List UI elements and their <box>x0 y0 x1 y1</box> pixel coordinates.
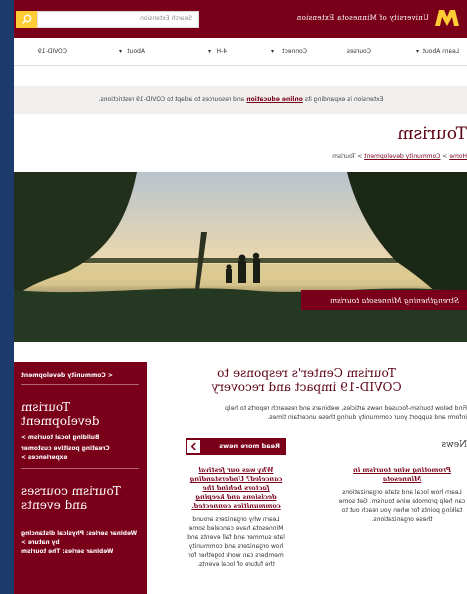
nav-4h-chevron: ▾ <box>207 48 211 55</box>
sidebar-item-physical-distancing[interactable]: Webinar series: Physical distancing by n… <box>21 530 139 548</box>
main-content: Tourism Center's response to COVID-19 im… <box>185 362 467 594</box>
sidebar-section-title: Tourism courses and events <box>21 484 121 512</box>
nav-4h[interactable]: 4-H <box>217 48 228 55</box>
hero-caption: Strengthening Minnesota tourism <box>301 290 467 310</box>
news-article-wine: Promoting wine tourism in Minnesota Lear… <box>337 466 467 524</box>
mirrored-viewport: University of Minnesota Extension Search… <box>0 0 467 594</box>
chevron-right-icon <box>186 439 201 454</box>
sidebar-back-link[interactable]: < Community development <box>21 372 139 379</box>
breadcrumb-sep: > <box>440 153 448 160</box>
main-nav: Learn About ▾ Courses Connect ▾ 4-H ▾ Ab… <box>14 38 467 66</box>
page-title: Tourism <box>397 124 467 144</box>
search-input[interactable]: Search Extension <box>37 11 199 28</box>
notice-suffix: and resources to adapt to COVID-19 restr… <box>98 96 247 103</box>
nav-covid[interactable]: COVID-19 <box>38 48 67 55</box>
breadcrumb-community-development[interactable]: Community development <box>364 153 440 160</box>
news-article-festival: Why was our festival canceled? Understan… <box>186 466 286 569</box>
read-more-news-button[interactable]: Read more news <box>186 438 286 455</box>
nav-learn-about-chevron: ▾ <box>415 48 419 55</box>
sidebar: < Community development Tourism developm… <box>14 362 147 594</box>
brand-name[interactable]: University of Minnesota Extension <box>296 14 429 22</box>
sidebar-section-title: Tourism development <box>21 400 100 428</box>
news-article-title[interactable]: Why was our festival canceled? Understan… <box>186 466 286 511</box>
sidebar-divider <box>21 468 139 469</box>
covid-notice: Extension is expanding its online educat… <box>14 86 467 114</box>
sidebar-item-tourism-webinar[interactable]: Webinar series: The tourism <box>21 548 139 557</box>
search-button[interactable] <box>16 11 37 28</box>
breadcrumb-sep: > <box>355 153 363 160</box>
news-article-title[interactable]: Promoting wine tourism in Minnesota <box>337 466 467 484</box>
nav-learn-about[interactable]: Learn About <box>423 48 459 55</box>
lake-sunset-photo <box>14 172 467 342</box>
sidebar-divider <box>21 384 139 385</box>
news-article-body: Learn why organizers around Minnesota ha… <box>187 516 285 568</box>
nav-connect-chevron: ▾ <box>270 48 274 55</box>
notice-text: Extension is expanding its online educat… <box>41 96 441 103</box>
site-header: University of Minnesota Extension Search… <box>14 0 467 38</box>
nav-about[interactable]: About <box>127 48 145 55</box>
sidebar-item-building-local-tourism[interactable]: Building local tourism > <box>21 434 139 443</box>
covid-section-title: Tourism Center's response to COVID-19 im… <box>211 366 402 394</box>
hero-image: Strengthening Minnesota tourism <box>14 172 467 342</box>
nav-about-chevron: ▾ <box>118 48 122 55</box>
breadcrumb-home[interactable]: Home <box>449 153 467 160</box>
sidebar-item-customer-experiences[interactable]: Creating positive customer experiences > <box>21 445 139 463</box>
online-education-link[interactable]: online education <box>246 96 303 103</box>
breadcrumb: Home > Community development > Tourism <box>332 153 467 160</box>
search-placeholder: Search Extension <box>140 15 192 22</box>
notice-prefix: Extension is expanding its <box>302 96 384 103</box>
breadcrumb-current: Tourism <box>332 153 356 160</box>
site-content: University of Minnesota Extension Search… <box>14 0 467 594</box>
nav-connect[interactable]: Connect <box>282 48 307 55</box>
read-more-news-label: Read more news <box>219 442 280 450</box>
news-heading: News <box>441 440 467 450</box>
covid-description: Find below tourism-focused news articles… <box>225 405 467 421</box>
page: University of Minnesota Extension Search… <box>0 0 467 594</box>
university-logo-icon[interactable] <box>435 10 459 26</box>
search-icon <box>22 14 32 24</box>
nav-courses[interactable]: Courses <box>347 48 371 55</box>
news-article-body: Learn how local and state organizations … <box>338 489 466 523</box>
